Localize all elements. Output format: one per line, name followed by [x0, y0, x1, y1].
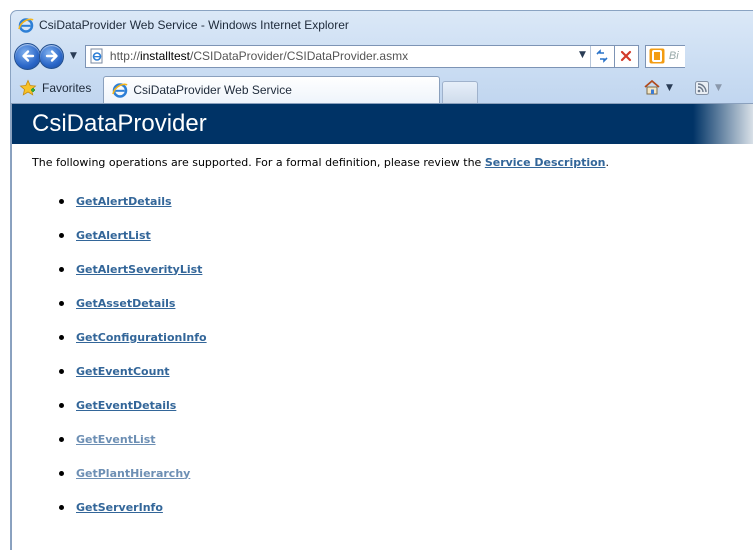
operation-link-getserverinfo[interactable]: GetServerInfo: [76, 501, 163, 514]
list-item: GetEventList: [59, 422, 753, 456]
url-path: /CSIDataProvider/CSIDataProvider.asmx: [189, 49, 409, 63]
url-host: installtest: [139, 49, 190, 63]
bullet-icon: [59, 266, 64, 272]
bullet-icon: [59, 334, 64, 340]
refresh-icon: [596, 49, 608, 63]
history-dropdown-icon[interactable]: ▼: [70, 51, 77, 61]
close-icon: [621, 50, 632, 62]
star-icon: [19, 79, 37, 96]
home-button[interactable]: ▼: [643, 79, 673, 96]
favorites-button[interactable]: Favorites: [17, 76, 97, 100]
operation-link-geteventlist[interactable]: GetEventList: [76, 433, 156, 446]
arrow-right-icon: [45, 50, 58, 62]
bullet-icon: [59, 232, 64, 238]
operations-list: GetAlertDetails GetAlertList GetAlertSev…: [59, 184, 753, 524]
intro-suffix: .: [605, 156, 610, 169]
bullet-icon: [59, 504, 64, 510]
bullet-icon: [59, 368, 64, 374]
ie-logo-icon: [112, 83, 128, 98]
ie-logo-icon: [18, 18, 34, 33]
list-item: GetAlertSeverityList: [59, 252, 753, 286]
browser-window: CsiDataProvider Web Service - Windows In…: [10, 10, 753, 550]
operation-link-getconfigurationinfo[interactable]: GetConfigurationInfo: [76, 331, 207, 344]
operation-link-geteventdetails[interactable]: GetEventDetails: [76, 399, 176, 412]
list-item: GetEventDetails: [59, 388, 753, 422]
bullet-icon: [59, 436, 64, 442]
list-item: GetConfigurationInfo: [59, 320, 753, 354]
bullet-icon: [59, 470, 64, 476]
rss-feed-icon: [695, 81, 709, 95]
back-button[interactable]: [14, 42, 41, 70]
operation-link-getalertdetails[interactable]: GetAlertDetails: [76, 195, 172, 208]
window-title: CsiDataProvider Web Service - Windows In…: [39, 18, 349, 32]
page-title: CsiDataProvider: [32, 110, 207, 137]
operation-link-getalertlist[interactable]: GetAlertList: [76, 229, 151, 242]
address-dropdown-icon[interactable]: ▼: [579, 50, 586, 60]
list-item: GetPlantHierarchy: [59, 456, 753, 490]
service-description-link[interactable]: Service Description: [485, 156, 606, 169]
intro-sentence: The following operations are supported. …: [32, 156, 485, 169]
refresh-button[interactable]: [589, 45, 614, 67]
page-content: CsiDataProvider The following operations…: [11, 103, 753, 550]
bullet-icon: [59, 402, 64, 408]
stop-button[interactable]: [614, 44, 639, 68]
feeds-button[interactable]: ▼: [695, 81, 722, 95]
bullet-icon: [59, 300, 64, 306]
tab-label: CsiDataProvider Web Service: [133, 83, 292, 97]
intro-text: The following operations are supported. …: [32, 156, 753, 169]
home-icon: [644, 79, 660, 95]
address-bar[interactable]: http://installtest/CSIDataProvider/CSIDa…: [84, 44, 615, 68]
tab-csidataprovider[interactable]: CsiDataProvider Web Service: [103, 76, 441, 103]
arrow-left-icon: [21, 50, 34, 62]
feeds-dropdown-icon[interactable]: ▼: [715, 83, 722, 93]
forward-button[interactable]: [39, 43, 64, 69]
operation-link-getplanthierarchy[interactable]: GetPlantHierarchy: [76, 467, 190, 480]
list-item: GetAlertList: [59, 218, 753, 252]
list-item: GetEventCount: [59, 354, 753, 388]
bullet-icon: [59, 198, 64, 204]
home-dropdown-icon[interactable]: ▼: [666, 83, 673, 93]
navigation-bar: ▼ http://installtest/CSIDataProvider/CSI…: [11, 39, 753, 73]
operation-link-geteventcount[interactable]: GetEventCount: [76, 365, 170, 378]
new-tab-button[interactable]: [442, 81, 479, 103]
search-box[interactable]: Bi: [644, 44, 685, 68]
list-item: GetAlertDetails: [59, 184, 753, 218]
search-placeholder: Bi: [668, 50, 679, 62]
list-item: GetServerInfo: [59, 490, 753, 524]
url-input[interactable]: http://installtest/CSIDataProvider/CSIDa…: [110, 49, 614, 63]
bing-logo-icon: [649, 48, 665, 64]
operation-link-getalertseveritylist[interactable]: GetAlertSeverityList: [76, 263, 202, 276]
ie-page-icon: [90, 48, 103, 64]
url-scheme: http://: [109, 49, 140, 63]
list-item: GetAssetDetails: [59, 286, 753, 320]
favorites-bar: Favorites CsiDataProvider Web Service ▼: [11, 73, 753, 103]
title-bar: CsiDataProvider Web Service - Windows In…: [11, 11, 753, 39]
favorites-label: Favorites: [42, 81, 92, 95]
operation-link-getassetdetails[interactable]: GetAssetDetails: [76, 297, 175, 310]
page-header-band: CsiDataProvider: [12, 104, 753, 144]
